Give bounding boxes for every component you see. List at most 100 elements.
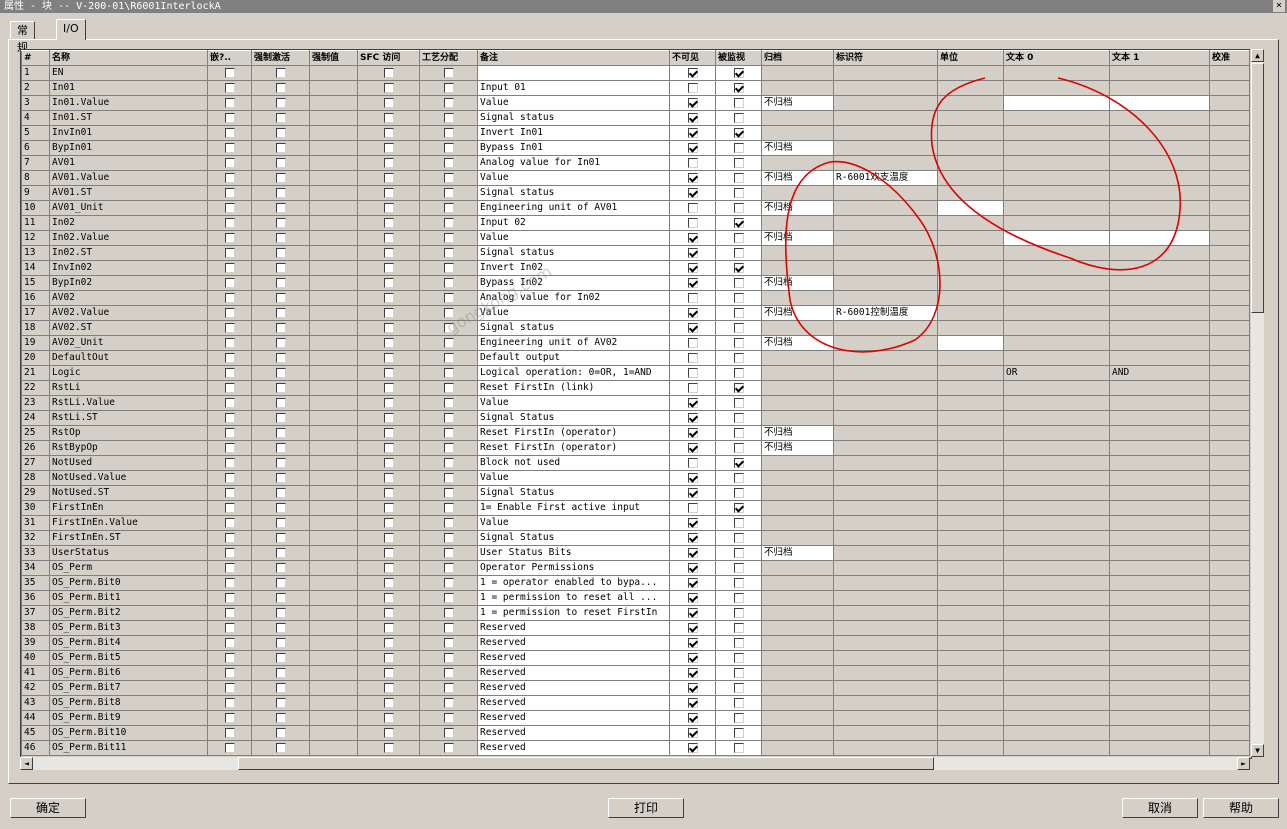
- comment-cell[interactable]: Engineering unit of AV02: [477, 335, 670, 351]
- header-col-tech-assign[interactable]: 工艺分配: [419, 50, 478, 66]
- force-active-checkbox[interactable]: [275, 172, 286, 183]
- archive-cell[interactable]: [761, 740, 834, 756]
- archive-cell[interactable]: [761, 320, 834, 336]
- tech-assign-checkbox[interactable]: [443, 367, 454, 378]
- text0-cell[interactable]: [1003, 470, 1110, 486]
- identifier-cell[interactable]: [833, 530, 938, 546]
- text1-cell[interactable]: [1109, 530, 1210, 546]
- invisible-checkbox[interactable]: [687, 262, 698, 273]
- invisible-checkbox[interactable]: [687, 337, 698, 348]
- name-cell[interactable]: In01.Value: [49, 95, 208, 111]
- text0-cell[interactable]: [1003, 695, 1110, 711]
- name-cell[interactable]: FirstInEn.Value: [49, 515, 208, 531]
- comment-cell[interactable]: Value: [477, 395, 670, 411]
- nested-checkbox[interactable]: [224, 247, 235, 258]
- unit-cell[interactable]: [937, 335, 1004, 351]
- name-cell[interactable]: In02: [49, 215, 208, 231]
- monitored-checkbox[interactable]: [733, 97, 744, 108]
- sfc-access-checkbox[interactable]: [383, 712, 394, 723]
- name-cell[interactable]: OS_Perm.Bit11: [49, 740, 208, 756]
- monitored-checkbox[interactable]: [733, 157, 744, 168]
- nested-checkbox[interactable]: [224, 142, 235, 153]
- comment-cell[interactable]: Engineering unit of AV01: [477, 200, 670, 216]
- header-col-archive[interactable]: 归档: [761, 50, 834, 66]
- force-value-cell[interactable]: [309, 665, 358, 681]
- monitored-checkbox[interactable]: [733, 607, 744, 618]
- force-value-cell[interactable]: [309, 230, 358, 246]
- tech-assign-checkbox[interactable]: [443, 487, 454, 498]
- vertical-scroll-thumb[interactable]: [1251, 63, 1264, 313]
- tech-assign-checkbox[interactable]: [443, 142, 454, 153]
- scroll-right-icon[interactable]: ►: [1237, 757, 1250, 770]
- monitored-checkbox[interactable]: [733, 742, 744, 753]
- comment-cell[interactable]: 1 = permission to reset FirstIn: [477, 605, 670, 621]
- name-cell[interactable]: AV02.Value: [49, 305, 208, 321]
- sfc-access-checkbox[interactable]: [383, 397, 394, 408]
- force-value-cell[interactable]: [309, 365, 358, 381]
- sfc-access-checkbox[interactable]: [383, 307, 394, 318]
- force-value-cell[interactable]: [309, 170, 358, 186]
- tech-assign-checkbox[interactable]: [443, 697, 454, 708]
- header-col-force-value[interactable]: 强制值: [309, 50, 358, 66]
- identifier-cell[interactable]: [833, 740, 938, 756]
- force-active-checkbox[interactable]: [275, 307, 286, 318]
- name-cell[interactable]: AV02: [49, 290, 208, 306]
- calibration-cell[interactable]: [1209, 740, 1250, 756]
- monitored-checkbox[interactable]: [733, 532, 744, 543]
- force-value-cell[interactable]: [309, 740, 358, 756]
- nested-checkbox[interactable]: [224, 442, 235, 453]
- identifier-cell[interactable]: [833, 395, 938, 411]
- force-value-cell[interactable]: [309, 410, 358, 426]
- text0-cell[interactable]: [1003, 410, 1110, 426]
- unit-cell[interactable]: [937, 635, 1004, 651]
- unit-cell[interactable]: [937, 155, 1004, 171]
- invisible-checkbox[interactable]: [687, 442, 698, 453]
- force-value-cell[interactable]: [309, 605, 358, 621]
- tech-assign-checkbox[interactable]: [443, 592, 454, 603]
- force-value-cell[interactable]: [309, 725, 358, 741]
- archive-cell[interactable]: [761, 680, 834, 696]
- header-col-text1[interactable]: 文本 1: [1109, 50, 1210, 66]
- force-value-cell[interactable]: [309, 95, 358, 111]
- text1-cell[interactable]: [1109, 500, 1210, 516]
- vertical-scrollbar[interactable]: ▲ ▼: [1250, 49, 1264, 757]
- tech-assign-checkbox[interactable]: [443, 427, 454, 438]
- tech-assign-checkbox[interactable]: [443, 502, 454, 513]
- name-cell[interactable]: OS_Perm.Bit10: [49, 725, 208, 741]
- tab-general[interactable]: 常规: [10, 21, 35, 54]
- archive-cell[interactable]: [761, 665, 834, 681]
- text0-cell[interactable]: [1003, 80, 1110, 96]
- comment-cell[interactable]: Block not used: [477, 455, 670, 471]
- calibration-cell[interactable]: [1209, 470, 1250, 486]
- archive-cell[interactable]: [761, 695, 834, 711]
- monitored-checkbox[interactable]: [733, 112, 744, 123]
- tech-assign-checkbox[interactable]: [443, 652, 454, 663]
- unit-cell[interactable]: [937, 230, 1004, 246]
- text0-cell[interactable]: [1003, 170, 1110, 186]
- archive-cell[interactable]: [761, 290, 834, 306]
- invisible-checkbox[interactable]: [687, 292, 698, 303]
- unit-cell[interactable]: [937, 305, 1004, 321]
- text1-cell[interactable]: [1109, 80, 1210, 96]
- text1-cell[interactable]: [1109, 620, 1210, 636]
- header-col-nested[interactable]: 嵌?..: [207, 50, 252, 66]
- nested-checkbox[interactable]: [224, 457, 235, 468]
- monitored-checkbox[interactable]: [733, 457, 744, 468]
- force-value-cell[interactable]: [309, 305, 358, 321]
- tech-assign-checkbox[interactable]: [443, 322, 454, 333]
- invisible-checkbox[interactable]: [687, 382, 698, 393]
- calibration-cell[interactable]: [1209, 560, 1250, 576]
- monitored-checkbox[interactable]: [733, 667, 744, 678]
- comment-cell[interactable]: Reserved: [477, 710, 670, 726]
- unit-cell[interactable]: [937, 470, 1004, 486]
- text1-cell[interactable]: [1109, 425, 1210, 441]
- text0-cell[interactable]: [1003, 455, 1110, 471]
- identifier-cell[interactable]: [833, 350, 938, 366]
- nested-checkbox[interactable]: [224, 397, 235, 408]
- comment-cell[interactable]: Reserved: [477, 680, 670, 696]
- comment-cell[interactable]: Analog value for In01: [477, 155, 670, 171]
- tech-assign-checkbox[interactable]: [443, 547, 454, 558]
- invisible-checkbox[interactable]: [687, 127, 698, 138]
- monitored-checkbox[interactable]: [733, 127, 744, 138]
- name-cell[interactable]: AV02_Unit: [49, 335, 208, 351]
